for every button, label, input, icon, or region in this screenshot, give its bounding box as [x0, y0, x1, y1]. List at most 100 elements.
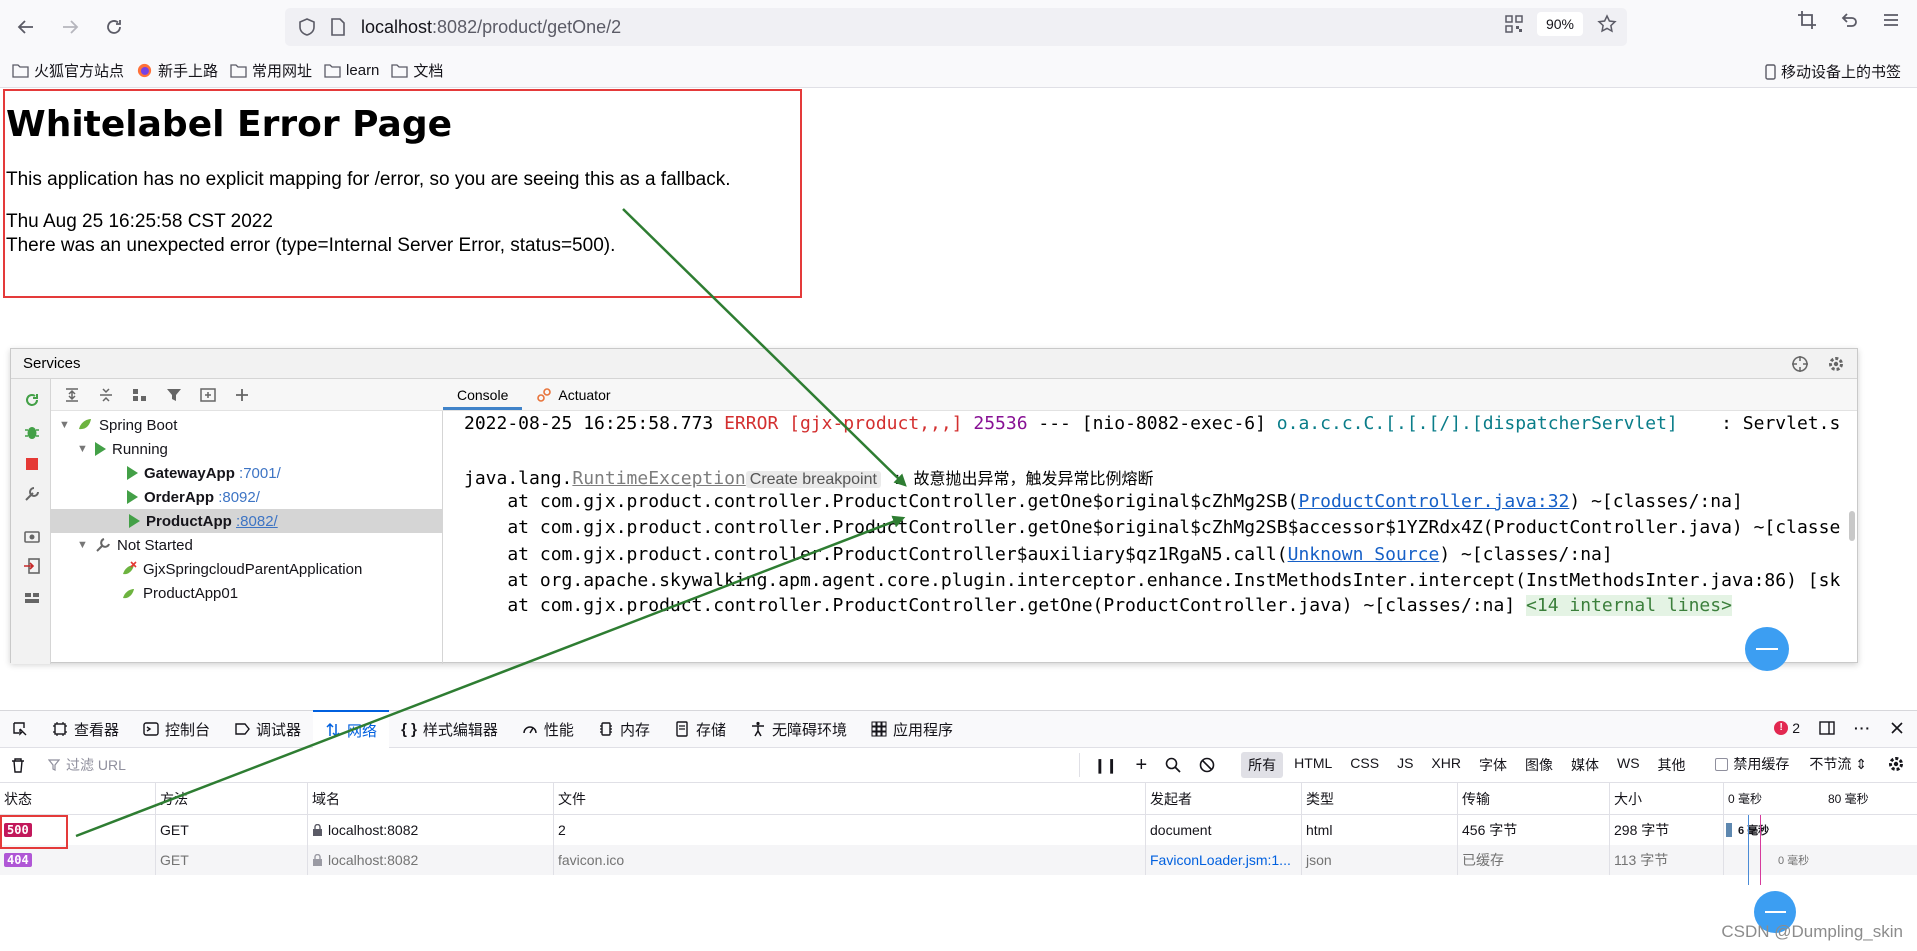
tree-node-parent-application[interactable]: GjxSpringcloudParentApplication: [121, 557, 362, 581]
initiator-cell[interactable]: FaviconLoader.jsm:1...: [1146, 845, 1302, 875]
layout-icon[interactable]: [23, 589, 41, 607]
filter-js[interactable]: JS: [1390, 752, 1420, 778]
tab-console[interactable]: 控制台: [131, 710, 222, 748]
address-bar[interactable]: localhost:8082/product/getOne/2 90%: [285, 8, 1627, 46]
tab-network[interactable]: 网络: [313, 710, 390, 748]
screenshot-crop-icon[interactable]: [1797, 10, 1817, 30]
bookmark-docs[interactable]: 文档: [391, 60, 443, 81]
filter-images[interactable]: 图像: [1518, 752, 1560, 778]
chevron-down-icon[interactable]: ▼: [77, 443, 89, 455]
internal-lines-fold[interactable]: <14 internal lines>: [1526, 595, 1732, 616]
filter-ws[interactable]: WS: [1610, 752, 1647, 778]
qr-code-icon[interactable]: [1505, 15, 1523, 33]
pause-icon[interactable]: ❙❙: [1094, 757, 1117, 774]
col-domain[interactable]: 域名: [308, 783, 554, 814]
filter-html[interactable]: HTML: [1287, 752, 1339, 778]
tree-node-product-app[interactable]: ProductApp :8082/: [51, 509, 442, 533]
tab-debugger[interactable]: 调试器: [222, 710, 313, 748]
create-breakpoint-hint[interactable]: Create breakpoint: [745, 471, 881, 488]
col-status[interactable]: 状态: [0, 783, 156, 814]
filter-xhr[interactable]: XHR: [1424, 752, 1468, 778]
bookmark-firefox-official[interactable]: 火狐官方站点: [12, 60, 124, 81]
app-port[interactable]: :8082/: [236, 513, 278, 530]
close-icon[interactable]: [1889, 720, 1905, 736]
forward-button[interactable]: [52, 9, 88, 45]
undo-icon[interactable]: [1839, 10, 1859, 30]
reload-button[interactable]: [96, 9, 132, 45]
filter-fonts[interactable]: 字体: [1472, 752, 1514, 778]
app-port[interactable]: :7001/: [239, 465, 281, 482]
new-tab-icon[interactable]: [199, 386, 217, 404]
search-icon[interactable]: [1165, 757, 1181, 773]
tab-performance[interactable]: 性能: [510, 710, 586, 748]
wrench-icon[interactable]: [23, 485, 41, 503]
tree-node-spring-boot[interactable]: ▼ Spring Boot: [59, 413, 177, 437]
url-text[interactable]: localhost:8082/product/getOne/2: [361, 17, 621, 38]
shield-icon[interactable]: [297, 17, 317, 37]
group-icon[interactable]: [131, 386, 149, 404]
star-icon[interactable]: [1597, 14, 1617, 34]
mobile-bookmarks[interactable]: 移动设备上的书签: [1765, 61, 1901, 82]
target-icon[interactable]: [1791, 355, 1809, 373]
tree-node-not-started[interactable]: ▼ Not Started: [77, 533, 193, 557]
tab-inspector[interactable]: 查看器: [40, 710, 131, 748]
chevron-down-icon[interactable]: ▼: [59, 419, 71, 431]
tab-storage[interactable]: 存储: [662, 710, 738, 748]
dock-side-icon[interactable]: [1818, 719, 1836, 737]
filter-url-input[interactable]: 过滤 URL: [40, 753, 1080, 777]
col-method[interactable]: 方法: [156, 783, 308, 814]
error-count-badge[interactable]: ! 2: [1774, 720, 1800, 736]
bookmark-learn[interactable]: learn: [324, 62, 379, 79]
more-options-icon[interactable]: ···: [1854, 720, 1871, 736]
bookmark-common-sites[interactable]: 常用网址: [230, 60, 312, 81]
bookmark-getting-started[interactable]: 新手上路: [136, 60, 218, 81]
gear-icon[interactable]: [1827, 355, 1845, 373]
table-row[interactable]: 500 GET localhost:8082 2 document html 4…: [0, 815, 1917, 845]
col-transfer[interactable]: 传输: [1458, 783, 1610, 814]
filter-css[interactable]: CSS: [1343, 752, 1386, 778]
block-icon[interactable]: [1199, 757, 1215, 773]
hamburger-menu-icon[interactable]: [1881, 10, 1901, 30]
col-type[interactable]: 类型: [1302, 783, 1458, 814]
table-row[interactable]: 404 GET localhost:8082 favicon.ico Favic…: [0, 845, 1917, 875]
filter-media[interactable]: 媒体: [1564, 752, 1606, 778]
stop-icon[interactable]: [23, 455, 41, 473]
add-icon[interactable]: [233, 386, 251, 404]
tree-node-product-app01[interactable]: ProductApp01: [121, 581, 238, 605]
chevron-down-icon[interactable]: ▼: [77, 539, 89, 551]
element-picker-button[interactable]: [0, 710, 40, 748]
source-link[interactable]: Unknown Source: [1288, 544, 1440, 565]
tree-node-gateway-app[interactable]: GatewayApp :7001/: [127, 461, 281, 485]
col-initiator[interactable]: 发起者: [1146, 783, 1302, 814]
plus-icon[interactable]: +: [1135, 754, 1147, 777]
app-port[interactable]: :8092/: [218, 489, 260, 506]
filter-icon[interactable]: [165, 386, 183, 404]
tree-node-order-app[interactable]: OrderApp :8092/: [127, 485, 260, 509]
tab-console[interactable]: Console: [443, 387, 523, 410]
page-info-icon[interactable]: [329, 17, 347, 37]
back-button[interactable]: [8, 9, 44, 45]
floating-translate-button[interactable]: [1745, 627, 1789, 671]
col-file[interactable]: 文件: [554, 783, 1146, 814]
debug-bug-icon[interactable]: [23, 423, 41, 441]
camera-icon[interactable]: [23, 527, 41, 545]
col-size[interactable]: 大小: [1610, 783, 1724, 814]
disable-cache-checkbox[interactable]: 禁用缓存: [1715, 754, 1789, 774]
rerun-icon[interactable]: [23, 391, 41, 409]
tab-accessibility[interactable]: 无障碍环境: [738, 710, 859, 748]
filter-all[interactable]: 所有: [1241, 752, 1284, 778]
tab-style-editor[interactable]: { } 样式编辑器: [389, 710, 510, 748]
console-scrollbar[interactable]: [1849, 511, 1855, 541]
tree-node-running[interactable]: ▼ Running: [77, 437, 168, 461]
exception-class-link[interactable]: RuntimeException: [572, 468, 745, 489]
tab-actuator[interactable]: Actuator: [522, 387, 624, 410]
console-output[interactable]: 2022-08-25 16:25:58.773 ERROR [gjx-produ…: [444, 411, 1857, 664]
expand-all-icon[interactable]: [63, 386, 81, 404]
tab-memory[interactable]: 内存: [586, 710, 662, 748]
throttle-select[interactable]: 不节流 ⇕: [1809, 754, 1867, 774]
settings-gear-icon[interactable]: [1887, 755, 1905, 773]
filter-other[interactable]: 其他: [1651, 752, 1693, 778]
trash-icon[interactable]: [10, 757, 26, 773]
collapse-all-icon[interactable]: [97, 386, 115, 404]
source-link[interactable]: ProductController.java:32: [1298, 491, 1569, 512]
